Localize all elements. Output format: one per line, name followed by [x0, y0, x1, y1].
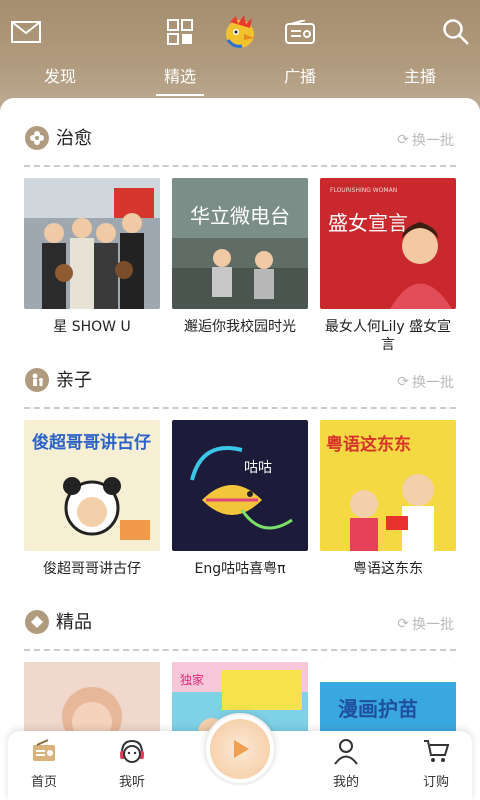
nav-home[interactable]: 首页: [14, 737, 74, 790]
program-thumbnail[interactable]: [24, 178, 160, 309]
section-title: 亲子: [56, 370, 92, 391]
refresh-button[interactable]: ⟳ 换一批: [397, 130, 454, 150]
section-boutique: 精品 ⟳ 换一批 独家 漫画护苗: [0, 582, 480, 793]
cart-icon: [424, 740, 450, 762]
program-thumbnail[interactable]: FLOURISHING WOMAN 盛女宣言: [320, 178, 456, 309]
thumb-text: 粤语这东东: [326, 434, 411, 455]
program-card[interactable]: 星 SHOW U: [24, 178, 160, 336]
divider: [24, 407, 456, 409]
radio-icon[interactable]: [282, 14, 318, 50]
section-title: 治愈: [56, 128, 92, 149]
play-icon: [210, 719, 270, 779]
thumb-text: 俊超哥哥讲古仔: [32, 432, 151, 453]
player-button[interactable]: [204, 713, 276, 785]
refresh-button[interactable]: ⟳ 换一批: [397, 372, 454, 392]
program-card[interactable]: 华立微电台 邂逅你我校园时光: [172, 178, 308, 336]
program-card[interactable]: FLOURISHING WOMAN 盛女宣言 最女人何Lily 盛女宣言: [320, 178, 456, 354]
nav-order[interactable]: 订购: [406, 737, 466, 790]
thumb-text: 漫画护苗: [338, 697, 418, 721]
thumb-text: 独家: [180, 672, 204, 687]
program-title: 粤语这东东: [353, 561, 423, 577]
section-healing: 治愈 ⟳ 换一批 星 SHOW U 华立微电台 邂逅你我校园时光 FLOURIS…: [0, 98, 480, 353]
mail-icon[interactable]: [8, 14, 44, 50]
section-parenting: 亲子 ⟳ 换一批 俊超哥哥讲古仔 俊超哥哥讲古仔 咕咕 Eng咕咕喜粤π 粤语这…: [0, 340, 480, 577]
nav-label: 我听: [118, 775, 145, 790]
rooster-logo-icon[interactable]: [220, 12, 260, 52]
headphones-face-icon: [120, 739, 144, 763]
nav-label: 订购: [422, 775, 449, 790]
refresh-label: 换一批: [412, 617, 454, 633]
program-thumbnail[interactable]: 咕咕: [172, 420, 308, 551]
program-thumbnail[interactable]: 粤语这东东: [320, 420, 456, 551]
bottom-nav: 首页 我听 我的 订购: [8, 713, 472, 800]
section-title: 精品: [56, 612, 92, 633]
program-card[interactable]: 咕咕 Eng咕咕喜粤π: [172, 420, 308, 578]
tab-broadcast[interactable]: 广播: [260, 62, 340, 92]
thumb-subtext: FLOURISHING WOMAN: [330, 187, 397, 194]
program-title: Eng咕咕喜粤π: [194, 561, 286, 577]
flower-icon: [25, 126, 49, 150]
top-bar: [0, 0, 480, 60]
divider: [24, 649, 456, 651]
program-thumbnail[interactable]: 华立微电台: [172, 178, 308, 309]
program-title: 星 SHOW U: [53, 319, 131, 335]
category-tabs: 发现 精选 广播 主播: [0, 62, 480, 98]
program-title: 俊超哥哥讲古仔: [43, 561, 141, 577]
program-title: 邂逅你我校园时光: [184, 319, 296, 335]
divider: [24, 165, 456, 167]
radio-home-icon: [33, 739, 55, 761]
tab-anchor[interactable]: 主播: [380, 62, 460, 92]
thumb-text: 盛女宣言: [328, 211, 408, 235]
thumb-text: 咕咕: [244, 460, 272, 476]
section-header: 治愈 ⟳ 换一批: [0, 98, 480, 150]
diamond-icon: [25, 610, 49, 634]
refresh-label: 换一批: [412, 375, 454, 391]
parent-child-icon: [25, 368, 49, 392]
search-icon[interactable]: [438, 14, 474, 50]
tab-discover[interactable]: 发现: [20, 62, 100, 92]
refresh-icon: ⟳: [397, 616, 409, 632]
grid-icon[interactable]: [162, 14, 198, 50]
thumb-text: 华立微电台: [190, 204, 290, 228]
refresh-icon: ⟳: [397, 374, 409, 390]
section-header: 亲子 ⟳ 换一批: [0, 340, 480, 392]
refresh-label: 换一批: [412, 133, 454, 149]
person-icon: [334, 739, 358, 765]
refresh-button[interactable]: ⟳ 换一批: [397, 614, 454, 634]
refresh-icon: ⟳: [397, 132, 409, 148]
tab-featured[interactable]: 精选: [140, 62, 220, 96]
nav-mine[interactable]: 我的: [316, 737, 376, 790]
nav-label: 首页: [30, 775, 57, 790]
section-header: 精品 ⟳ 换一批: [0, 582, 480, 634]
content-card: 治愈 ⟳ 换一批 星 SHOW U 华立微电台 邂逅你我校园时光 FLOURIS…: [0, 98, 480, 800]
nav-label: 我的: [332, 775, 359, 790]
program-card[interactable]: 俊超哥哥讲古仔 俊超哥哥讲古仔: [24, 420, 160, 578]
program-thumbnail[interactable]: 俊超哥哥讲古仔: [24, 420, 160, 551]
program-card[interactable]: 粤语这东东 粤语这东东: [320, 420, 456, 578]
nav-listen[interactable]: 我听: [102, 737, 162, 790]
